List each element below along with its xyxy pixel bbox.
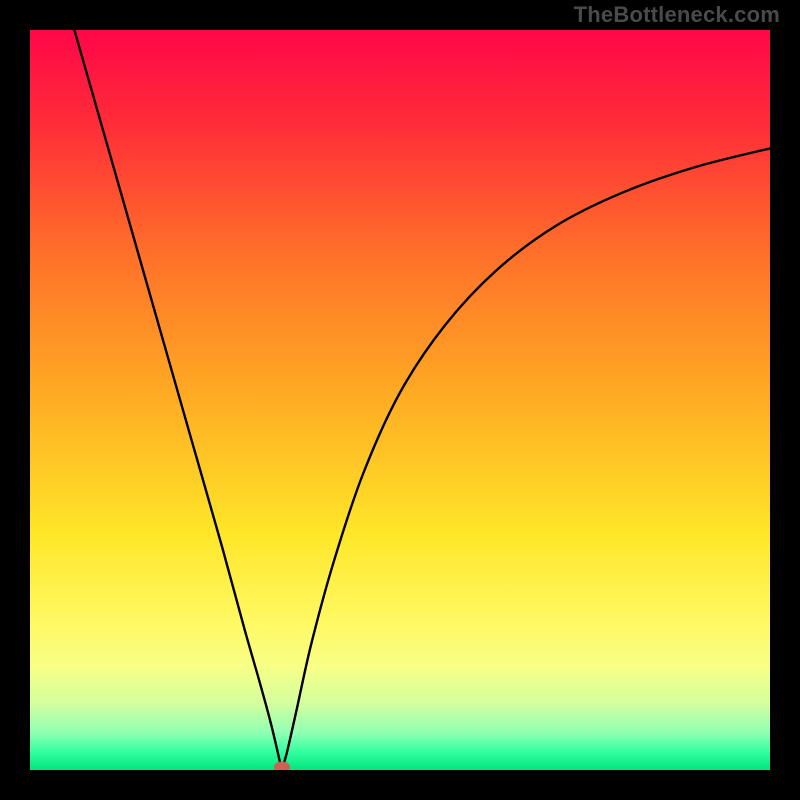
plot-area (30, 30, 770, 770)
curve-left-branch (74, 30, 281, 770)
curve-right-branch (282, 148, 770, 770)
minimum-marker (274, 762, 290, 771)
bottleneck-curve (30, 30, 770, 770)
chart-frame: TheBottleneck.com (0, 0, 800, 800)
watermark-text: TheBottleneck.com (574, 2, 780, 28)
